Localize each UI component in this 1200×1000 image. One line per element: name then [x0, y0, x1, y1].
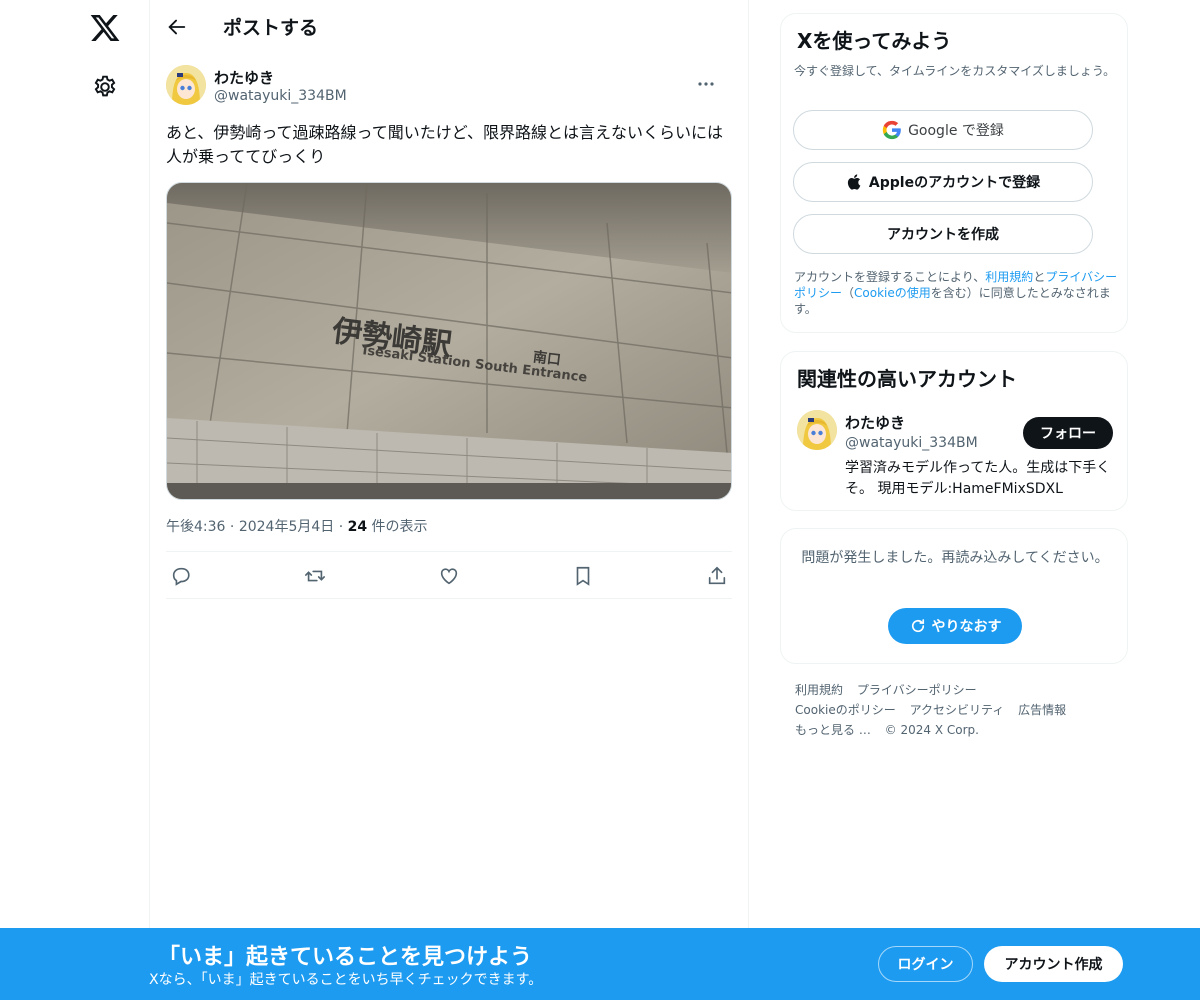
signup-card: Xを使ってみよう 今すぐ登録して、タイムラインをカスタマイズしましょう。 Goo…	[780, 13, 1128, 333]
post-actions	[166, 551, 732, 599]
terms-link[interactable]: 利用規約	[985, 270, 1033, 284]
terms-prefix: アカウントを登録することにより、	[794, 270, 986, 284]
back-arrow-icon[interactable]	[166, 16, 188, 38]
google-signup-label: Google で登録	[908, 123, 1004, 139]
avatar[interactable]	[166, 65, 206, 105]
author-name[interactable]: わたゆき	[214, 67, 274, 88]
left-nav	[0, 0, 150, 1000]
banner-title: 「いま」起きていることを見つけよう	[158, 945, 533, 970]
post-date[interactable]: 2024年5月4日	[239, 519, 334, 535]
terms-and: と	[1033, 270, 1046, 284]
signup-subtitle: 今すぐ登録して、タイムラインをカスタマイズしましょう。	[794, 64, 1116, 78]
cookie-link[interactable]: Cookieの使用	[854, 286, 931, 300]
related-title: 関連性の高いアカウント	[797, 367, 1017, 391]
share-icon[interactable]	[706, 565, 728, 587]
x-logo-icon[interactable]	[89, 12, 121, 44]
meta-separator: ·	[338, 519, 344, 535]
post-author: わたゆき @watayuki_334BM	[166, 53, 732, 107]
views-label: 件の表示	[367, 519, 428, 535]
related-bio: 学習済みモデル作ってた人。生成は下手くそ。 現用モデル:HameFMixSDXL	[845, 460, 1111, 497]
repost-icon[interactable]	[304, 565, 326, 587]
views-count: 24	[347, 519, 368, 535]
main-column: ポストする わたゆき @watayuki_334BM あと、伊勢崎って過疎路線っ…	[149, 0, 749, 1000]
page-title: ポストする	[223, 17, 319, 39]
like-icon[interactable]	[438, 565, 460, 587]
signup-title: Xを使ってみよう	[797, 29, 952, 53]
login-banner: 「いま」起きていることを見つけよう Xなら、「いま」起きていることをいち早くチェ…	[0, 928, 1200, 1000]
bookmark-icon[interactable]	[572, 565, 594, 587]
banner-subtitle: Xなら、「いま」起きていることをいち早くチェックできます。	[149, 972, 543, 988]
post-meta: 午後4:36 · 2024年5月4日 · 24 件の表示	[166, 516, 732, 540]
footer-link-terms[interactable]: 利用規約	[795, 683, 843, 697]
signup-terms: アカウントを登録することにより、利用規約とプライバシーポリシー（Cookieの使…	[794, 269, 1120, 317]
banner-signup-button[interactable]: アカウント作成	[984, 946, 1123, 982]
google-icon	[882, 120, 901, 140]
related-name[interactable]: わたゆき	[845, 412, 905, 433]
footer-link-accessibility[interactable]: アクセシビリティ	[910, 703, 1005, 717]
error-message: 問題が発生しました。再読み込みしてください。	[801, 550, 1109, 566]
terms-paren: （	[842, 286, 855, 300]
reply-icon[interactable]	[170, 565, 192, 587]
footer-link-privacy[interactable]: プライバシーポリシー	[857, 683, 977, 697]
apple-icon	[847, 174, 861, 190]
apple-signup-button[interactable]: Appleのアカウントで登録	[793, 162, 1093, 202]
more-icon[interactable]	[696, 79, 716, 89]
login-button[interactable]: ログイン	[878, 946, 973, 982]
author-handle[interactable]: @watayuki_334BM	[214, 88, 347, 104]
create-account-label: アカウントを作成	[887, 227, 999, 243]
footer-link-cookie[interactable]: Cookieのポリシー	[795, 703, 896, 717]
footer-link-more[interactable]: もっと見る …	[795, 723, 871, 737]
footer-link-ads[interactable]: 広告情報	[1018, 703, 1066, 717]
follow-button[interactable]: フォロー	[1023, 417, 1113, 449]
tweet-text: あと、伊勢崎って過疎路線って聞いたけど、限界路線とは言えないくらいには人が乗って…	[166, 123, 723, 166]
refresh-icon	[911, 619, 924, 633]
google-signup-button[interactable]: Google で登録	[793, 110, 1093, 150]
related-accounts-card: 関連性の高いアカウント わたゆき @watayuki_334BM フォロー 学習…	[780, 351, 1128, 511]
footer-links: 利用規約 プライバシーポリシー Cookieのポリシー アクセシビリティ 広告情…	[795, 680, 1115, 740]
post-photo[interactable]: 伊勢崎駅 南口 Isesaki Station South Entrance	[166, 182, 732, 500]
meta-separator: ·	[229, 519, 235, 535]
apple-signup-label: Appleのアカウントで登録	[868, 175, 1041, 191]
retry-label: やりなおす	[931, 619, 1002, 635]
related-handle[interactable]: @watayuki_334BM	[845, 435, 978, 451]
avatar[interactable]	[797, 410, 837, 450]
create-account-button[interactable]: アカウントを作成	[793, 214, 1093, 254]
post-time[interactable]: 午後4:36	[166, 519, 225, 535]
top-bar: ポストする	[150, 0, 748, 53]
retry-button[interactable]: やりなおす	[888, 608, 1022, 644]
gear-icon[interactable]	[92, 74, 118, 100]
post: わたゆき @watayuki_334BM あと、伊勢崎って過疎路線って聞いたけど…	[150, 53, 748, 599]
footer-copyright: © 2024 X Corp.	[884, 723, 979, 737]
error-card: 問題が発生しました。再読み込みしてください。 やりなおす	[780, 528, 1128, 664]
